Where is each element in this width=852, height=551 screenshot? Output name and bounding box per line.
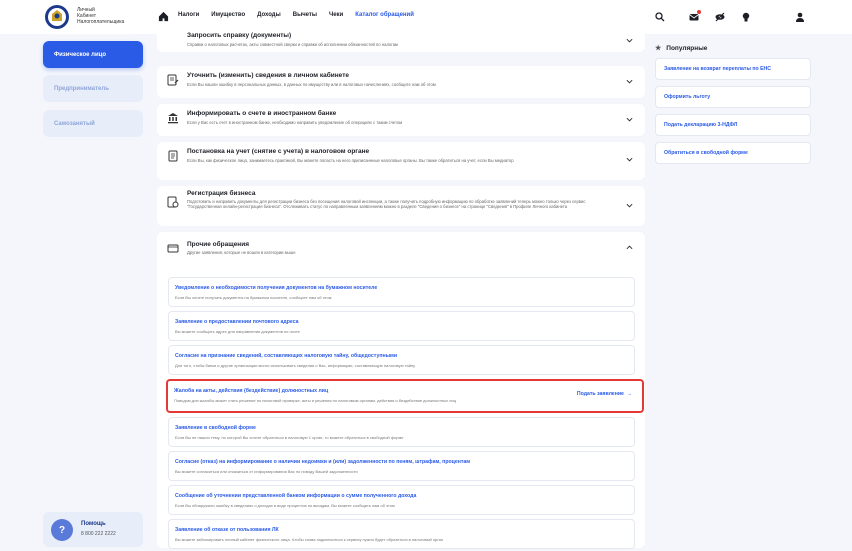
list-item-title: Уведомление о необходимости получения до…: [175, 285, 378, 291]
catalog-card-request-certificate[interactable]: Запросить справку (документы) Справки о …: [157, 28, 645, 52]
lightbulb-icon: [742, 12, 750, 22]
card-desc: Если Вы нашли ошибку в персональных данн…: [187, 82, 436, 87]
chevron-down-icon: [626, 38, 633, 43]
edit-list-icon: [167, 74, 179, 86]
document-icon: [168, 150, 178, 162]
list-item[interactable]: Заявление в свободной форме Если Вы не н…: [168, 417, 635, 447]
list-item-title: Жалоба на акты, действия (бездействие) д…: [174, 388, 329, 394]
popular-item-ens-refund[interactable]: Заявление на возврат переплаты по ЕНС: [655, 58, 811, 80]
eye-off-icon: [715, 12, 725, 22]
profile-button[interactable]: [790, 7, 810, 27]
sidebar-item-self-employed[interactable]: Самозанятый: [43, 110, 143, 137]
list-item-desc: Поводом для жалобы может стать решение п…: [174, 398, 456, 403]
list-item-desc: Вы можете согласиться или отказаться от …: [175, 469, 358, 474]
nav-income[interactable]: Доходы: [257, 12, 281, 18]
list-item-title: Заявление об отказе от пользования ЛК: [175, 527, 279, 533]
help-widget[interactable]: ? Помощь 8 800 222 2222: [43, 512, 143, 547]
popular-header: ★ Популярные: [655, 44, 815, 53]
list-item-title: Заявление в свободной форме: [175, 425, 256, 431]
list-item-title: Сообщение об уточнении представленной ба…: [175, 493, 417, 499]
popular-panel: ★ Популярные Заявление на возврат перепл…: [655, 44, 815, 170]
catalog-card-other-requests: Прочие обращения Другие заявления, котор…: [157, 232, 645, 549]
bank-icon: [168, 113, 178, 124]
card-desc: Подготовить и направить документы для ре…: [187, 199, 586, 210]
business-doc-icon: [167, 196, 179, 208]
list-item[interactable]: Уведомление о необходимости получения до…: [168, 277, 635, 307]
help-phone: 8 800 222 2222: [81, 531, 116, 537]
search-button[interactable]: [650, 7, 670, 27]
question-icon: ?: [51, 519, 73, 541]
list-item[interactable]: Согласие на признание сведений, составля…: [168, 345, 635, 375]
submit-application-label: Подать заявление: [576, 391, 624, 397]
catalog-card-registration[interactable]: Постановка на учет (снятие с учета) в на…: [157, 142, 645, 180]
sidebar-item-individual[interactable]: Физическое лицо: [43, 41, 143, 68]
folder-icon: [167, 244, 179, 253]
fns-emblem-icon[interactable]: [43, 4, 71, 30]
nav-deductions[interactable]: Вычеты: [293, 12, 317, 18]
nav-receipts[interactable]: Чеки: [329, 12, 343, 18]
card-desc: Справки о налоговых расчетах, акты совме…: [187, 42, 398, 47]
nav-property[interactable]: Имущество: [211, 12, 245, 18]
card-title: Постановка на учет (снятие с учета) в на…: [187, 148, 370, 155]
visually-impaired-button[interactable]: [710, 7, 730, 27]
card-title: Уточнить (изменить) сведения в личном ка…: [187, 72, 350, 79]
card-title: Информировать о счете в иностранном банк…: [187, 110, 337, 117]
card-desc: Если Вы, как физическое лицо, занимаетес…: [187, 158, 514, 163]
catalog-card-foreign-bank[interactable]: Информировать о счете в иностранном банк…: [157, 104, 645, 136]
list-item-desc: Если Вы хотите получать документы на бум…: [175, 295, 332, 300]
list-item-desc: Для того, чтобы банки и другие организац…: [175, 363, 416, 368]
list-item[interactable]: Заявление о предоставлении почтового адр…: [168, 311, 635, 341]
list-item-title: Согласие (отказ) на информирование о нал…: [175, 459, 471, 465]
card-desc: Если у Вас есть счет в иностранном банке…: [187, 120, 403, 125]
arrow-right-icon: →: [625, 391, 632, 397]
star-icon: ★: [655, 45, 662, 52]
main-nav: Налоги Имущество Доходы Вычеты Чеки Ката…: [178, 12, 426, 18]
list-item[interactable]: Согласие (отказ) на информирование о нал…: [168, 451, 635, 481]
list-item-desc: Если Вы не нашли тему, по которой Вы хот…: [175, 435, 404, 440]
messages-button[interactable]: [684, 7, 704, 27]
tips-button[interactable]: [736, 7, 756, 27]
catalog-card-business-registration[interactable]: Регистрация бизнеса Подготовить и направ…: [157, 186, 645, 226]
chevron-down-icon: [626, 203, 633, 208]
popular-item-free-form[interactable]: Обратиться в свободной форме: [655, 142, 811, 164]
home-icon[interactable]: [158, 11, 169, 22]
brand-line-3: Налогоплательщика: [77, 19, 125, 25]
list-item-desc: Если Вы обнаружили ошибку в сведениях о …: [175, 503, 395, 508]
card-title: Запросить справку (документы): [187, 32, 292, 39]
catalog-list: Запросить справку (документы) Справки о …: [157, 28, 645, 551]
chevron-down-icon: [626, 157, 633, 162]
user-icon: [796, 12, 804, 22]
submit-application-link[interactable]: Подать заявление →: [577, 391, 632, 397]
list-item-desc: Вы можете сообщить адрес для направления…: [175, 329, 300, 334]
list-item-desc: Вы можете заблокировать личный кабинет ф…: [175, 537, 444, 542]
card-title[interactable]: Прочие обращения: [187, 241, 249, 248]
list-item[interactable]: Сообщение об уточнении представленной ба…: [168, 485, 635, 515]
popular-title: Популярные: [666, 44, 708, 52]
list-item-complaint[interactable]: Жалоба на акты, действия (бездействие) д…: [166, 379, 644, 413]
card-desc: Другие заявления, которые не вошли в кат…: [187, 250, 296, 255]
card-title: Регистрация бизнеса: [187, 190, 256, 197]
list-item-title: Заявление о предоставлении почтового адр…: [175, 319, 299, 325]
nav-catalog[interactable]: Каталог обращений: [355, 12, 414, 18]
popular-item-benefit[interactable]: Оформить льготу: [655, 86, 811, 108]
help-title: Помощь: [81, 521, 106, 527]
chevron-down-icon: [626, 79, 633, 84]
nav-taxes[interactable]: Налоги: [178, 12, 199, 18]
chevron-up-icon[interactable]: [626, 244, 633, 251]
popular-item-3ndfl[interactable]: Подать декларацию 3-НДФЛ: [655, 114, 811, 136]
chevron-down-icon: [626, 117, 633, 122]
notification-dot: [697, 10, 701, 14]
catalog-card-update-info[interactable]: Уточнить (изменить) сведения в личном ка…: [157, 66, 645, 98]
brand-text: Личный Кабинет Налогоплательщика: [77, 7, 133, 25]
list-item-title: Согласие на признание сведений, составля…: [175, 353, 398, 359]
list-item[interactable]: Заявление об отказе от пользования ЛК Вы…: [168, 519, 635, 549]
search-icon: [655, 12, 665, 22]
sidebar-item-entrepreneur[interactable]: Предприниматель: [43, 75, 143, 102]
